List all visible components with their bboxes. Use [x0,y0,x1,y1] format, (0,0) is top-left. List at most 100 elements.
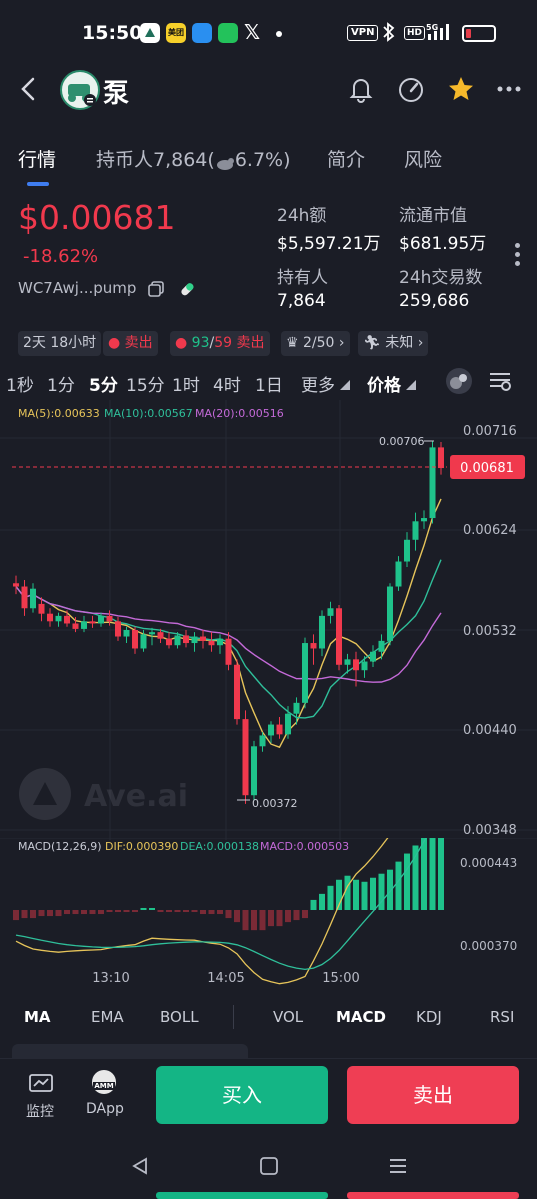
indicator-tab-ma[interactable]: MA [24,1008,51,1026]
tab-intro[interactable]: 简介 [327,145,365,172]
section-tabs: 行情 持币人7,864(6.7%) 简介 风险 [0,135,537,190]
candle [64,615,70,624]
indicator-tab-macd[interactable]: MACD [336,1008,386,1026]
candle [370,651,376,662]
y-tick: 0.00532 [463,624,517,639]
chart-settings-icon[interactable] [487,368,513,394]
candle [200,636,206,641]
candle [285,713,291,735]
candle [404,539,410,562]
token-header: 泵 [0,66,537,122]
candle [115,621,121,637]
macd-chart[interactable]: MACD(12,26,9) DIF:0.000390 DEA:0.000138 … [0,838,537,998]
macd-bar [327,885,334,910]
back-button[interactable] [18,74,38,112]
interval-1s[interactable]: 1秒 [6,371,34,396]
dapp-icon[interactable]: AMM [91,1069,117,1095]
y-tick: 0.00348 [463,823,517,838]
indicator-tab-ema[interactable]: EMA [91,1008,124,1026]
token-avatar [60,70,100,110]
ma-lines [15,498,442,749]
price-mode-select[interactable]: 价格 [367,371,416,396]
macd-bar [191,910,198,913]
buy-count: 93 [191,335,210,351]
dea-label: DEA:0.000138 [180,840,259,853]
candlestick-chart[interactable]: Ave.ai MA(5):0.00633 MA(10):0.00567 MA(2… [0,400,537,840]
chevron-right-icon: › [338,335,345,351]
indicator-tab-boll[interactable]: BOLL [160,1008,199,1026]
macd-y-tick: 0.000443 [460,856,517,870]
tab-risk[interactable]: 风险 [404,145,442,172]
interval-1m[interactable]: 1分 [47,371,75,396]
candle [89,621,96,624]
interval-4h[interactable]: 4时 [213,371,241,396]
x-tick: 14:05 [207,971,244,986]
macd-bar [225,910,232,919]
copy-icon[interactable] [147,280,165,298]
ave-icon [140,23,160,43]
indicator-tab-kdj[interactable]: KDJ [416,1008,442,1026]
pill-icon[interactable] [178,280,196,298]
buy-sell-ratio-chip[interactable]: ● 93/59 卖出 [170,331,270,356]
monitor-label[interactable]: 监控 [26,1101,54,1121]
status-bar: 15:50 美团 𝕏 VPN HD 5G [0,0,537,66]
nav-menu-icon[interactable] [388,1156,408,1180]
stat-label-24h-volume: 24h额 [277,206,327,226]
nav-back-icon[interactable] [130,1156,150,1180]
interval-1d[interactable]: 1日 [255,371,283,396]
candle [242,719,249,796]
dapp-label[interactable]: DApp [86,1101,124,1117]
tab-active-indicator [27,182,49,186]
macd-bar [47,910,53,917]
interval-1h[interactable]: 1时 [172,371,200,396]
buy-button[interactable]: 买入 [156,1066,328,1124]
sell-button[interactable]: 卖出 [347,1066,519,1124]
star-icon[interactable] [446,74,476,104]
macd-bar [149,907,155,910]
candle [149,632,155,635]
rank-value: 2/50 [303,335,335,351]
drawing-tools-icon[interactable] [446,368,472,394]
crown-icon: ♛ [286,335,299,351]
more-icon[interactable] [494,74,524,104]
candle [13,583,19,587]
interval-15m[interactable]: 15分 [126,371,165,396]
tab-market[interactable]: 行情 [18,145,56,172]
macd-bar [429,838,436,910]
interval-more[interactable]: 更多 [301,371,350,396]
current-price-tag-label: 0.00681 [460,461,514,476]
sell-tax-label: 卖出 [124,335,153,351]
rank-chip[interactable]: ♛ 2/50 › [281,331,350,356]
monitor-icon[interactable] [28,1073,54,1099]
macd-bar [132,910,138,913]
indicator-tab-vol[interactable]: VOL [273,1008,303,1026]
nav-home-icon[interactable] [259,1156,279,1180]
candle [259,735,266,747]
stat-value-24h-trades: 259,686 [399,291,470,311]
stats-more-icon[interactable] [515,243,521,270]
app-icon [192,23,212,43]
candle [55,615,62,622]
macd-bar [319,893,325,910]
candle [353,659,359,671]
stat-label-holders: 持有人 [277,268,328,288]
macd-bar [344,875,351,910]
candle [319,615,325,649]
macd-bar [395,861,402,910]
sell-count: 59 [214,335,233,351]
interval-5m[interactable]: 5分 [89,371,118,396]
high-label: 0.00706 [379,435,425,448]
cow-icon [215,154,235,170]
bell-icon[interactable] [346,74,376,104]
dev-status-chip[interactable]: 🏃︎ 未知 › [358,331,429,356]
sell-tax-chip[interactable]: ● 卖出 [103,331,158,356]
macd-bar [13,910,19,921]
macd-bar [251,910,257,931]
speedometer-icon[interactable] [396,74,426,104]
tab-holders[interactable]: 持币人7,864(6.7%) [96,145,291,172]
price-change: -18.62% [23,246,99,267]
age-chip: 2天 18小时 [18,331,102,356]
indicator-tab-rsi[interactable]: RSI [490,1008,514,1026]
candle [157,632,164,639]
price-mode-label: 价格 [367,376,401,396]
